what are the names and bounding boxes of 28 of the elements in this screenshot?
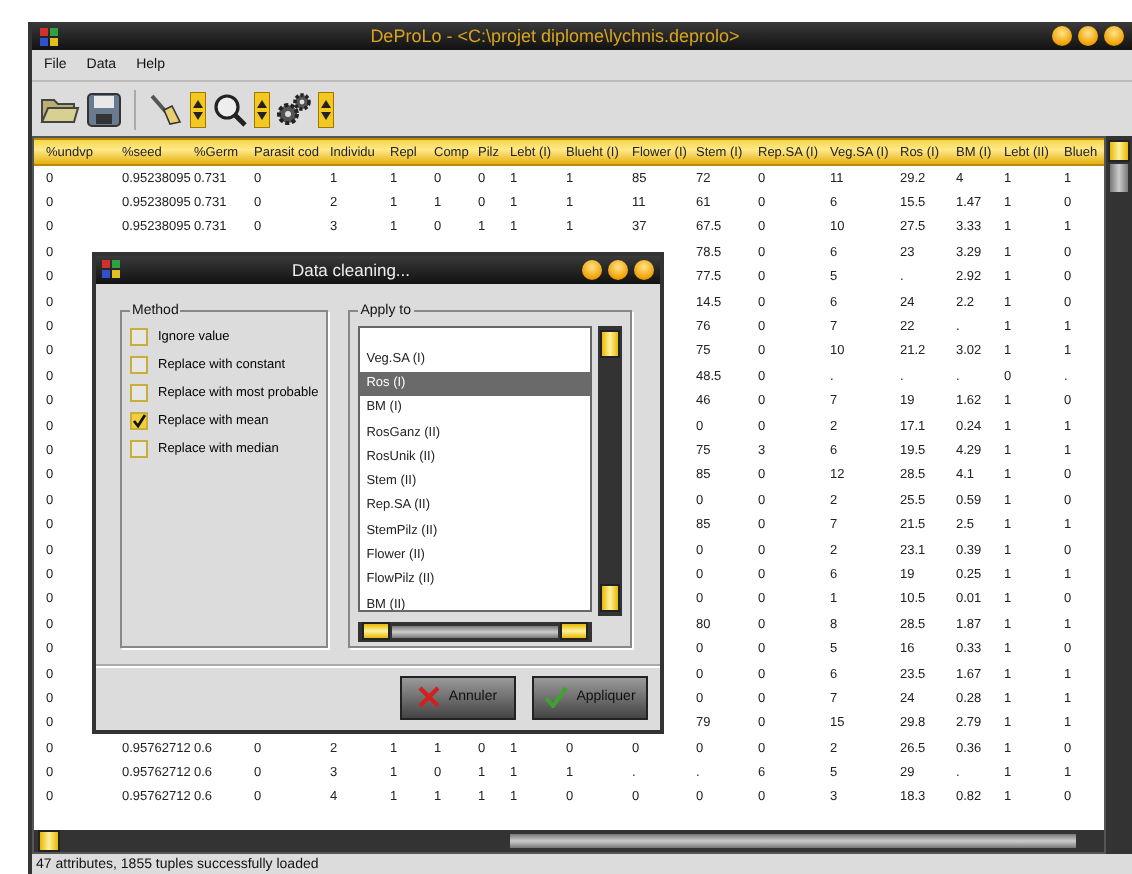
close-button[interactable] xyxy=(1104,26,1124,46)
dropdown-handle[interactable] xyxy=(254,91,270,127)
brush-icon[interactable] xyxy=(148,91,184,127)
minimize-button[interactable] xyxy=(582,259,602,280)
save-icon[interactable] xyxy=(86,91,122,127)
maximize-button[interactable] xyxy=(608,259,628,280)
minimize-button[interactable] xyxy=(1052,26,1072,46)
check-icon xyxy=(544,686,569,709)
app-icon xyxy=(40,27,58,45)
checkbox[interactable] xyxy=(130,383,148,402)
window-title: DeProLo - <C:\projet diplome\lychnis.deprolo> xyxy=(368,26,742,46)
checkbox[interactable] xyxy=(130,327,148,346)
horizontal-scrollbar[interactable] xyxy=(34,830,1104,852)
gears-icon[interactable] xyxy=(276,91,312,127)
horizontal-scrollbar[interactable] xyxy=(358,621,593,642)
checkbox[interactable] xyxy=(130,439,148,458)
cross-icon xyxy=(418,686,441,709)
vertical-scrollbar[interactable] xyxy=(1106,136,1132,854)
close-button[interactable] xyxy=(634,259,654,280)
checkbox[interactable] xyxy=(130,355,148,374)
zoom-icon[interactable] xyxy=(212,91,248,127)
dropdown-handle[interactable] xyxy=(318,91,334,127)
maximize-button[interactable] xyxy=(1078,26,1098,46)
app-icon xyxy=(102,260,120,279)
vertical-scrollbar[interactable] xyxy=(598,325,623,616)
dropdown-handle[interactable] xyxy=(190,91,206,127)
checkbox[interactable] xyxy=(130,411,148,430)
dialog-title: Data cleaning... xyxy=(289,259,413,280)
